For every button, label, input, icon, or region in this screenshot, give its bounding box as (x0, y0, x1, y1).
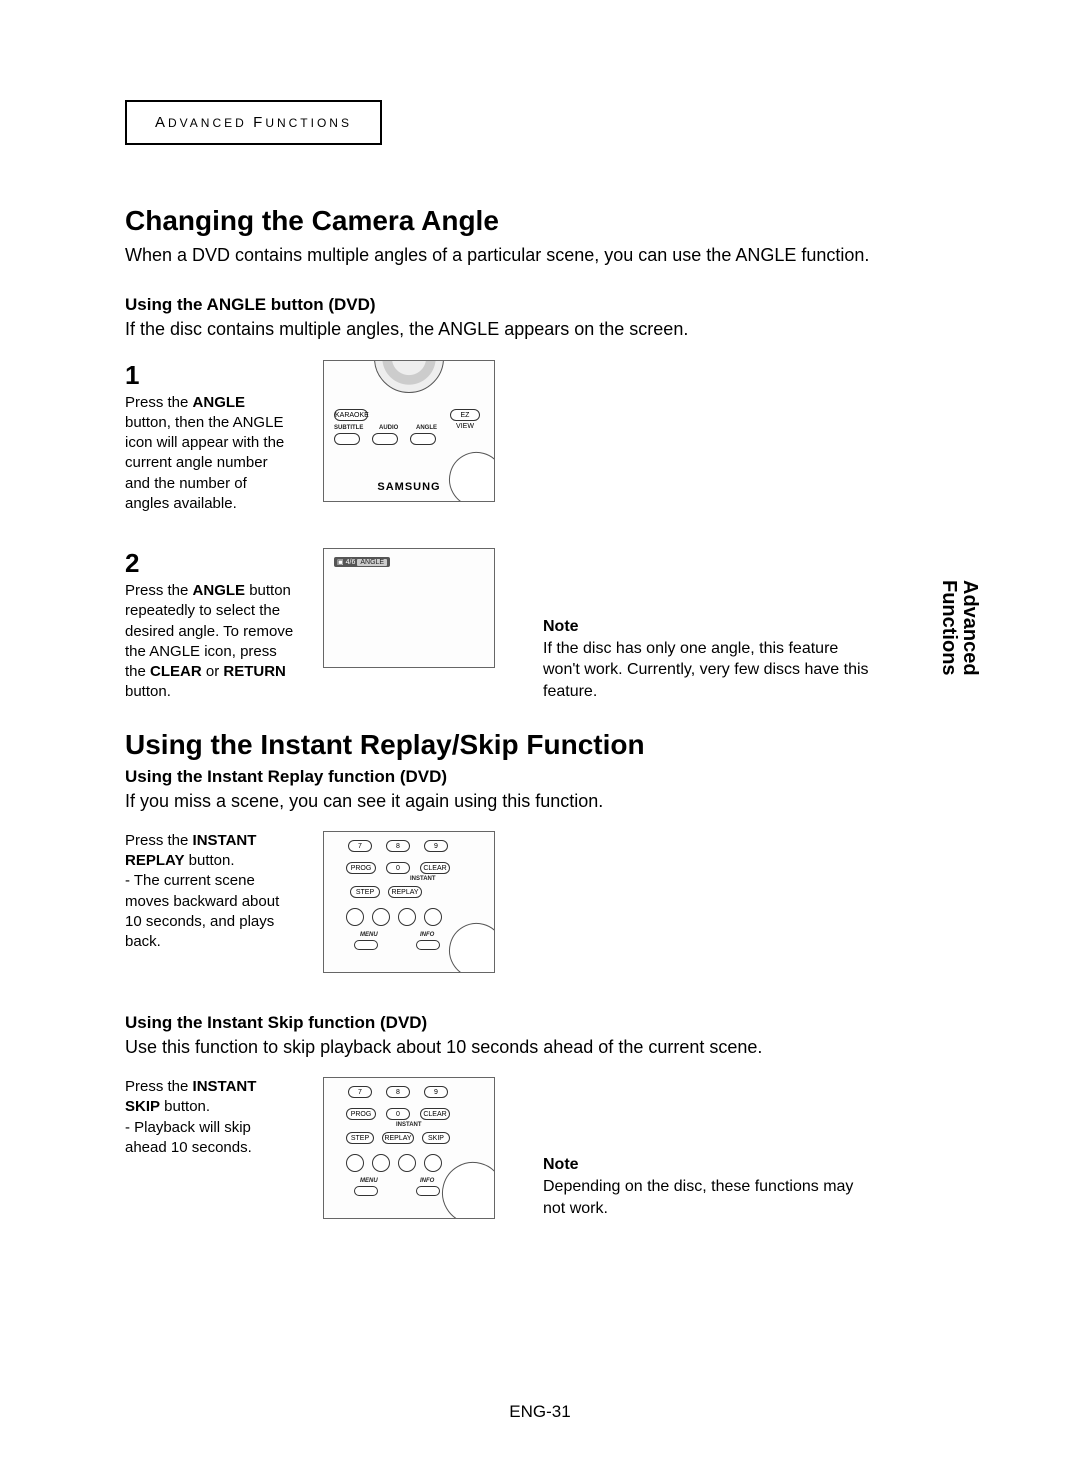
step-1-number: 1 (125, 360, 295, 391)
dpad-icon (374, 360, 444, 393)
camera-icon: ▣ (337, 558, 344, 566)
num0-button: 0 (386, 1108, 410, 1120)
clear-button: CLEAR (420, 1108, 450, 1120)
note-heading: Note (543, 616, 873, 638)
replay-detail: - The current scene moves backward about… (125, 872, 279, 950)
illustration-osd-angle: ▣ 4/6 ANGLE (323, 548, 495, 668)
subtitle-label: SUBTITLE (334, 425, 363, 431)
info-button (416, 940, 440, 950)
play-pause-icon (398, 1154, 416, 1172)
num9-button: 9 (424, 1086, 448, 1098)
step-2-row: 2 Press the ANGLE button repeatedly to s… (125, 548, 965, 703)
num7-button: 7 (348, 840, 372, 852)
step-button: STEP (346, 1132, 374, 1144)
num0-button: 0 (386, 862, 410, 874)
step-button: STEP (350, 886, 380, 898)
lead-camera-angle: When a DVD contains multiple angles of a… (125, 243, 965, 267)
info-label: INFO (420, 1178, 434, 1184)
angle-ratio: 4/6 (346, 559, 356, 566)
play-pause-icon (398, 908, 416, 926)
menu-button (354, 940, 378, 950)
menu-button (354, 1186, 378, 1196)
side-tab: Advanced Functions (938, 580, 980, 676)
note-heading: Note (543, 1154, 873, 1176)
chapter-tab: ADVANCED FUNCTIONS (125, 100, 382, 145)
replay-row: Press the INSTANT REPLAY button. - The c… (125, 831, 965, 973)
audio-label: AUDIO (379, 425, 398, 431)
num7-button: 7 (348, 1086, 372, 1098)
menu-label: MENU (360, 1178, 378, 1184)
note-text: If the disc has only one angle, this fea… (543, 638, 873, 703)
karaoke-button: KARAOKE (334, 409, 368, 421)
skip-button: SKIP (422, 1132, 450, 1144)
step-2-text: 2 Press the ANGLE button repeatedly to s… (125, 548, 295, 703)
thumb-icon (435, 1155, 495, 1219)
next-icon (424, 908, 442, 926)
info-label: INFO (420, 932, 434, 938)
replay-button: REPLAY (382, 1132, 414, 1144)
heading-instant-replay-skip: Using the Instant Replay/Skip Function (125, 729, 965, 761)
prev-icon (346, 908, 364, 926)
angle-tag: ANGLE (357, 559, 387, 566)
thumb-icon (443, 445, 495, 501)
step-1-row: 1 Press the ANGLE button, then the ANGLE… (125, 360, 965, 515)
menu-label: MENU (360, 932, 378, 938)
subhead-instant-skip: Using the Instant Skip function (DVD) (125, 1013, 965, 1033)
cap-a: A (155, 114, 168, 131)
heading-camera-angle: Changing the Camera Angle (125, 205, 965, 237)
skip-detail: - Playback will skip ahead 10 seconds. (125, 1119, 252, 1156)
num8-button: 8 (386, 840, 410, 852)
rest-a: DVANCED (168, 116, 253, 130)
side-tab-l1: Advanced (959, 580, 981, 676)
thumb-icon (443, 917, 495, 973)
instant-label: INSTANT (410, 876, 436, 882)
angle-button (410, 433, 436, 445)
step-2-number: 2 (125, 548, 295, 579)
desc-angle-button: If the disc contains multiple angles, th… (125, 317, 965, 341)
note-skip: Note Depending on the disc, these functi… (543, 1154, 873, 1219)
illustration-remote-skip: 7 8 9 PROG 0 CLEAR INSTANT STEP REPLAY S… (323, 1077, 495, 1219)
step-2-body: Press the ANGLE button repeatedly to sel… (125, 581, 295, 703)
num8-button: 8 (386, 1086, 410, 1098)
prev-icon (346, 1154, 364, 1172)
illustration-remote-angle: KARAOKE EZ VIEW SUBTITLE AUDIO ANGLE SAM… (323, 360, 495, 502)
replay-button: REPLAY (388, 886, 422, 898)
clear-button: CLEAR (420, 862, 450, 874)
subhead-angle-button: Using the ANGLE button (DVD) (125, 295, 965, 315)
desc-instant-skip: Use this function to skip playback about… (125, 1035, 965, 1059)
subtitle-button (334, 433, 360, 445)
prog-button: PROG (346, 1108, 376, 1120)
note-text: Depending on the disc, these functions m… (543, 1176, 873, 1219)
info-button (416, 1186, 440, 1196)
step-1-text: 1 Press the ANGLE button, then the ANGLE… (125, 360, 295, 515)
instant-label: INSTANT (396, 1122, 422, 1128)
desc-instant-replay: If you miss a scene, you can see it agai… (125, 789, 965, 813)
skip-row: Press the INSTANT SKIP button. - Playbac… (125, 1077, 965, 1219)
illustration-remote-replay: 7 8 9 PROG 0 CLEAR INSTANT STEP REPLAY M… (323, 831, 495, 973)
prog-button: PROG (346, 862, 376, 874)
side-tab-l2: Functions (938, 580, 960, 676)
cap-f: F (253, 114, 265, 131)
stop-icon (372, 908, 390, 926)
angle-osd: ▣ 4/6 ANGLE (334, 557, 390, 567)
audio-button (372, 433, 398, 445)
next-icon (424, 1154, 442, 1172)
subhead-instant-replay: Using the Instant Replay function (DVD) (125, 767, 965, 787)
num9-button: 9 (424, 840, 448, 852)
angle-label: ANGLE (416, 425, 437, 431)
rest-f: UNCTIONS (265, 116, 352, 130)
chapter-label: ADVANCED FUNCTIONS (155, 114, 352, 131)
note-angle: Note If the disc has only one angle, thi… (543, 616, 873, 702)
stop-icon (372, 1154, 390, 1172)
page-number: ENG-31 (0, 1402, 1080, 1422)
step-1-body: Press the ANGLE button, then the ANGLE i… (125, 393, 295, 515)
skip-text: Press the INSTANT SKIP button. - Playbac… (125, 1077, 295, 1158)
replay-text: Press the INSTANT REPLAY button. - The c… (125, 831, 295, 953)
ezview-button: EZ VIEW (450, 409, 480, 421)
